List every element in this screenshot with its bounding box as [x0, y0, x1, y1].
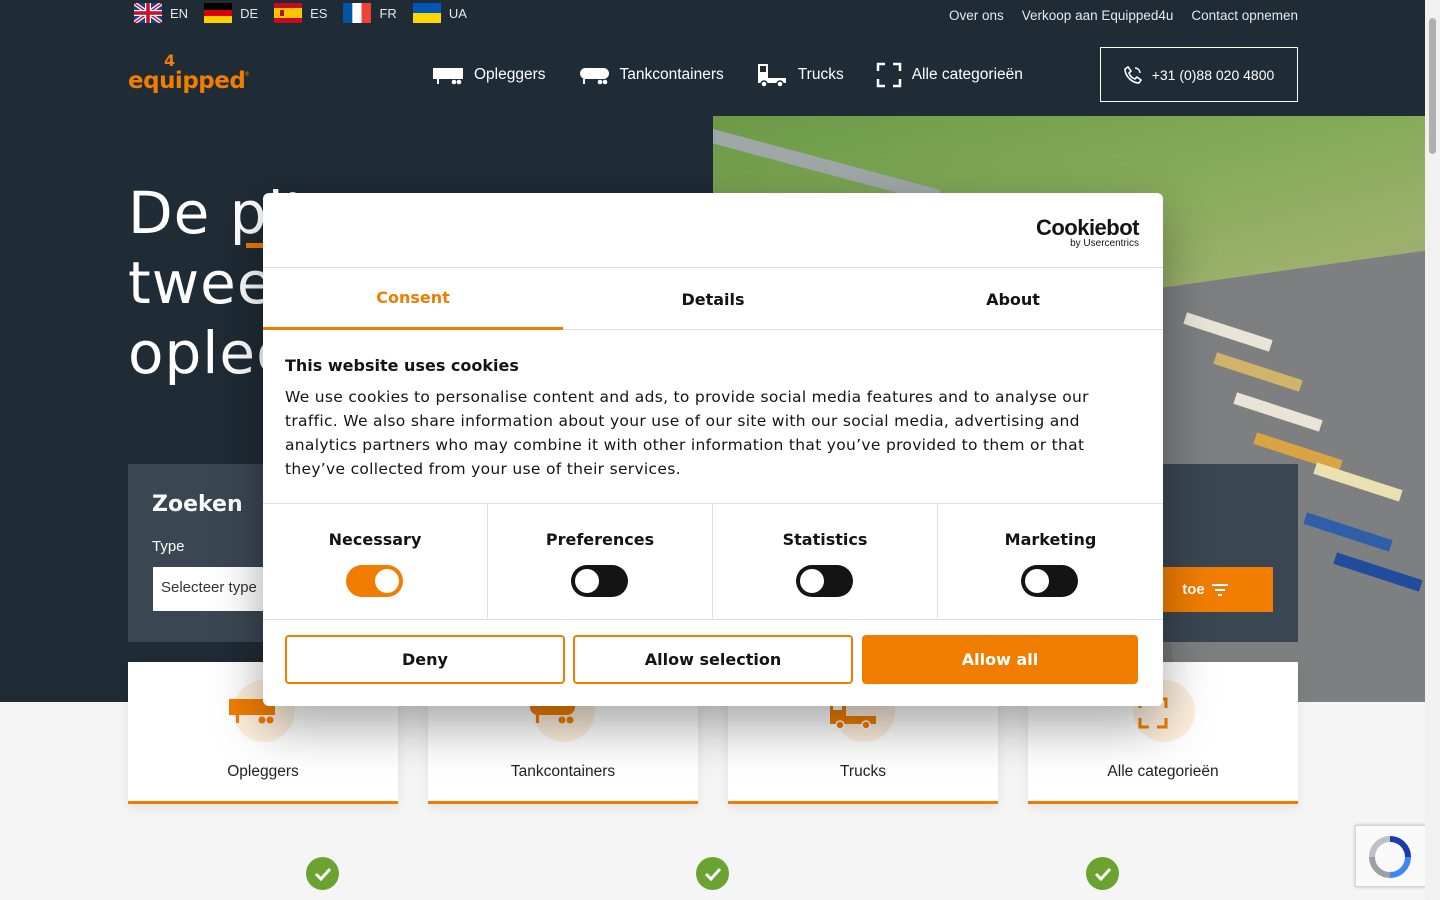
cookie-title: This website uses cookies — [285, 356, 519, 375]
germany-flag-icon — [204, 3, 233, 23]
toggle-label: Necessary — [328, 530, 422, 549]
toggle-knob — [800, 569, 824, 593]
toggle-label: Marketing — [1004, 530, 1097, 549]
allow-all-button[interactable]: Allow all — [862, 635, 1138, 684]
uk-flag-icon — [134, 3, 162, 23]
toggle-knob — [1025, 569, 1049, 593]
cookiebot-logo: Cookiebot by Usercentrics — [1036, 215, 1140, 249]
toggle-label: Statistics — [782, 530, 868, 549]
dialog-header: Cookiebot by Usercentrics — [263, 193, 1163, 268]
category-label: Trucks — [840, 763, 886, 780]
tank-container-icon — [579, 68, 609, 85]
language-code: EN — [170, 5, 189, 21]
recaptcha-badge[interactable] — [1355, 825, 1427, 887]
phone-icon — [1123, 65, 1142, 84]
language-code: UA — [448, 5, 467, 21]
preferences-toggle[interactable] — [571, 565, 628, 597]
necessary-toggle[interactable] — [346, 565, 403, 597]
equipped4u-logo[interactable]: 4 equipped ® — [128, 52, 250, 96]
category-label: Alle categorieën — [1107, 763, 1219, 780]
svg-text:equipped: equipped — [128, 68, 245, 94]
toggle-marketing-group: Marketing — [938, 504, 1163, 620]
marketing-toggle[interactable] — [1021, 565, 1078, 597]
language-code: DE — [240, 5, 259, 21]
category-label: Opleggers — [227, 763, 299, 780]
toggle-knob — [575, 569, 599, 593]
deny-button[interactable]: Deny — [285, 635, 565, 684]
apply-filter-label: toe — [1182, 581, 1205, 598]
toggle-label: Preferences — [545, 530, 655, 549]
toggle-knob — [375, 569, 399, 593]
scrollbar-thumb[interactable] — [1429, 18, 1436, 154]
language-en[interactable]: EN — [134, 3, 188, 23]
language-switcher: EN DE ES FR UA — [134, 0, 483, 26]
language-fr[interactable]: FR — [343, 3, 397, 23]
language-es[interactable]: ES — [274, 3, 327, 23]
nav-label: Tankcontainers — [619, 66, 724, 83]
nav-trucks[interactable]: Trucks — [756, 62, 844, 88]
cookie-consent-dialog: Cookiebot by Usercentrics Consent Detail… — [263, 193, 1163, 706]
statistics-toggle[interactable] — [796, 565, 853, 597]
check-icon — [1086, 857, 1119, 890]
ukraine-flag-icon — [412, 3, 441, 23]
tab-consent[interactable]: Consent — [263, 268, 563, 330]
tab-details[interactable]: Details — [563, 268, 863, 330]
svg-text:®: ® — [244, 71, 250, 78]
nav-opleggers[interactable]: Opleggers — [432, 65, 546, 85]
expand-icon — [876, 62, 901, 88]
allow-selection-button[interactable]: Allow selection — [573, 635, 853, 684]
nav-label: Opleggers — [474, 66, 546, 83]
category-label: Tankcontainers — [510, 763, 616, 780]
hero-line1-a: De — [128, 179, 230, 247]
tab-about[interactable]: About — [863, 268, 1163, 330]
recaptcha-icon — [1369, 836, 1411, 878]
check-icon — [306, 857, 339, 890]
france-flag-icon — [343, 3, 372, 23]
truck-icon — [757, 64, 786, 88]
toggle-statistics-group: Statistics — [713, 504, 938, 620]
image-road — [713, 122, 941, 204]
trailer-icon — [433, 68, 463, 85]
nav-label: Trucks — [797, 66, 844, 83]
toggle-necessary-group: Necessary — [263, 504, 488, 620]
consent-toggles: Necessary Preferences Statistics Marketi… — [263, 503, 1163, 620]
search-type-label: Type — [152, 538, 185, 555]
nav-tankcontainers[interactable]: Tankcontainers — [578, 65, 724, 85]
check-icon — [696, 857, 729, 890]
toggle-preferences-group: Preferences — [488, 504, 713, 620]
phone-number: +31 (0)88 020 4800 — [1151, 66, 1275, 83]
search-title: Zoeken — [152, 492, 243, 517]
nav-alle-categorieen[interactable]: Alle categorieën — [876, 62, 1023, 88]
cookie-description: We use cookies to personalise content an… — [285, 388, 1089, 478]
nav-label: Alle categorieën — [911, 66, 1023, 83]
language-ua[interactable]: UA — [412, 3, 467, 23]
language-de[interactable]: DE — [204, 3, 258, 23]
top-links: Over ons Verkoop aan Equipped4u Contact … — [949, 8, 1298, 23]
filter-icon — [1211, 583, 1228, 596]
language-code: FR — [379, 5, 397, 21]
language-code: ES — [310, 5, 328, 21]
spain-flag-icon — [274, 3, 303, 23]
link-contact[interactable]: Contact opnemen — [1191, 8, 1298, 23]
link-over-ons[interactable]: Over ons — [949, 8, 1004, 23]
link-verkoop[interactable]: Verkoop aan Equipped4u — [1022, 8, 1174, 23]
main-navigation: Opleggers Tankcontainers Trucks Alle cat… — [432, 58, 1055, 92]
phone-button[interactable]: +31 (0)88 020 4800 — [1100, 47, 1298, 102]
dialog-tabs: Consent Details About — [263, 268, 1163, 330]
